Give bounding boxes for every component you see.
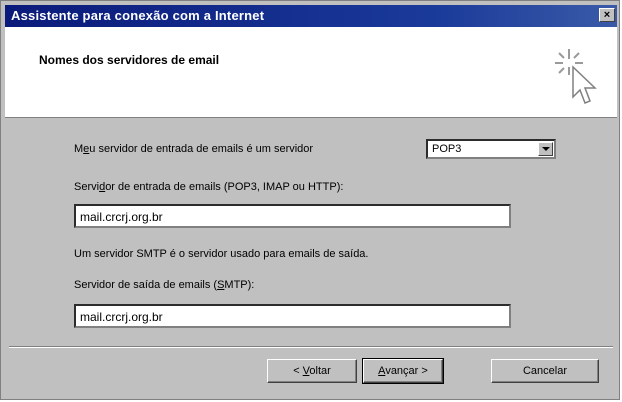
server-type-label: Meu servidor de entrada de emails é um s… (74, 143, 314, 155)
divider (9, 346, 613, 348)
cancel-button[interactable]: Cancelar (491, 359, 599, 383)
outgoing-server-input[interactable]: mail.crcrj.org.br (74, 304, 511, 328)
wizard-header: Nomes dos servidores de email (5, 27, 617, 118)
outgoing-server-label: Servidor de saída de emails (SMTP): (74, 279, 255, 291)
incoming-server-label: Servidor de entrada de emails (POP3, IMA… (74, 181, 344, 193)
smtp-info-text: Um servidor SMTP é o servidor usado para… (74, 248, 369, 260)
next-button[interactable]: Avançar > (362, 358, 444, 384)
wizard-window: Assistente para conexão com a Internet ×… (0, 0, 620, 400)
chevron-down-icon[interactable] (538, 142, 553, 156)
window-title: Assistente para conexão com a Internet (11, 8, 265, 23)
close-button[interactable]: × (599, 8, 615, 22)
wizard-body: Meu servidor de entrada de emails é um s… (5, 118, 617, 348)
back-button[interactable]: < Voltar (267, 359, 357, 383)
outgoing-server-value: mail.crcrj.org.br (80, 310, 163, 324)
title-bar[interactable]: Assistente para conexão com a Internet × (5, 5, 617, 27)
incoming-server-value: mail.crcrj.org.br (80, 210, 163, 224)
server-type-select[interactable]: POP3 (426, 139, 556, 159)
incoming-server-input[interactable]: mail.crcrj.org.br (74, 204, 511, 228)
page-title: Nomes dos servidores de email (39, 53, 220, 67)
magic-wand-cursor-icon (555, 49, 597, 104)
server-type-value: POP3 (432, 143, 462, 155)
